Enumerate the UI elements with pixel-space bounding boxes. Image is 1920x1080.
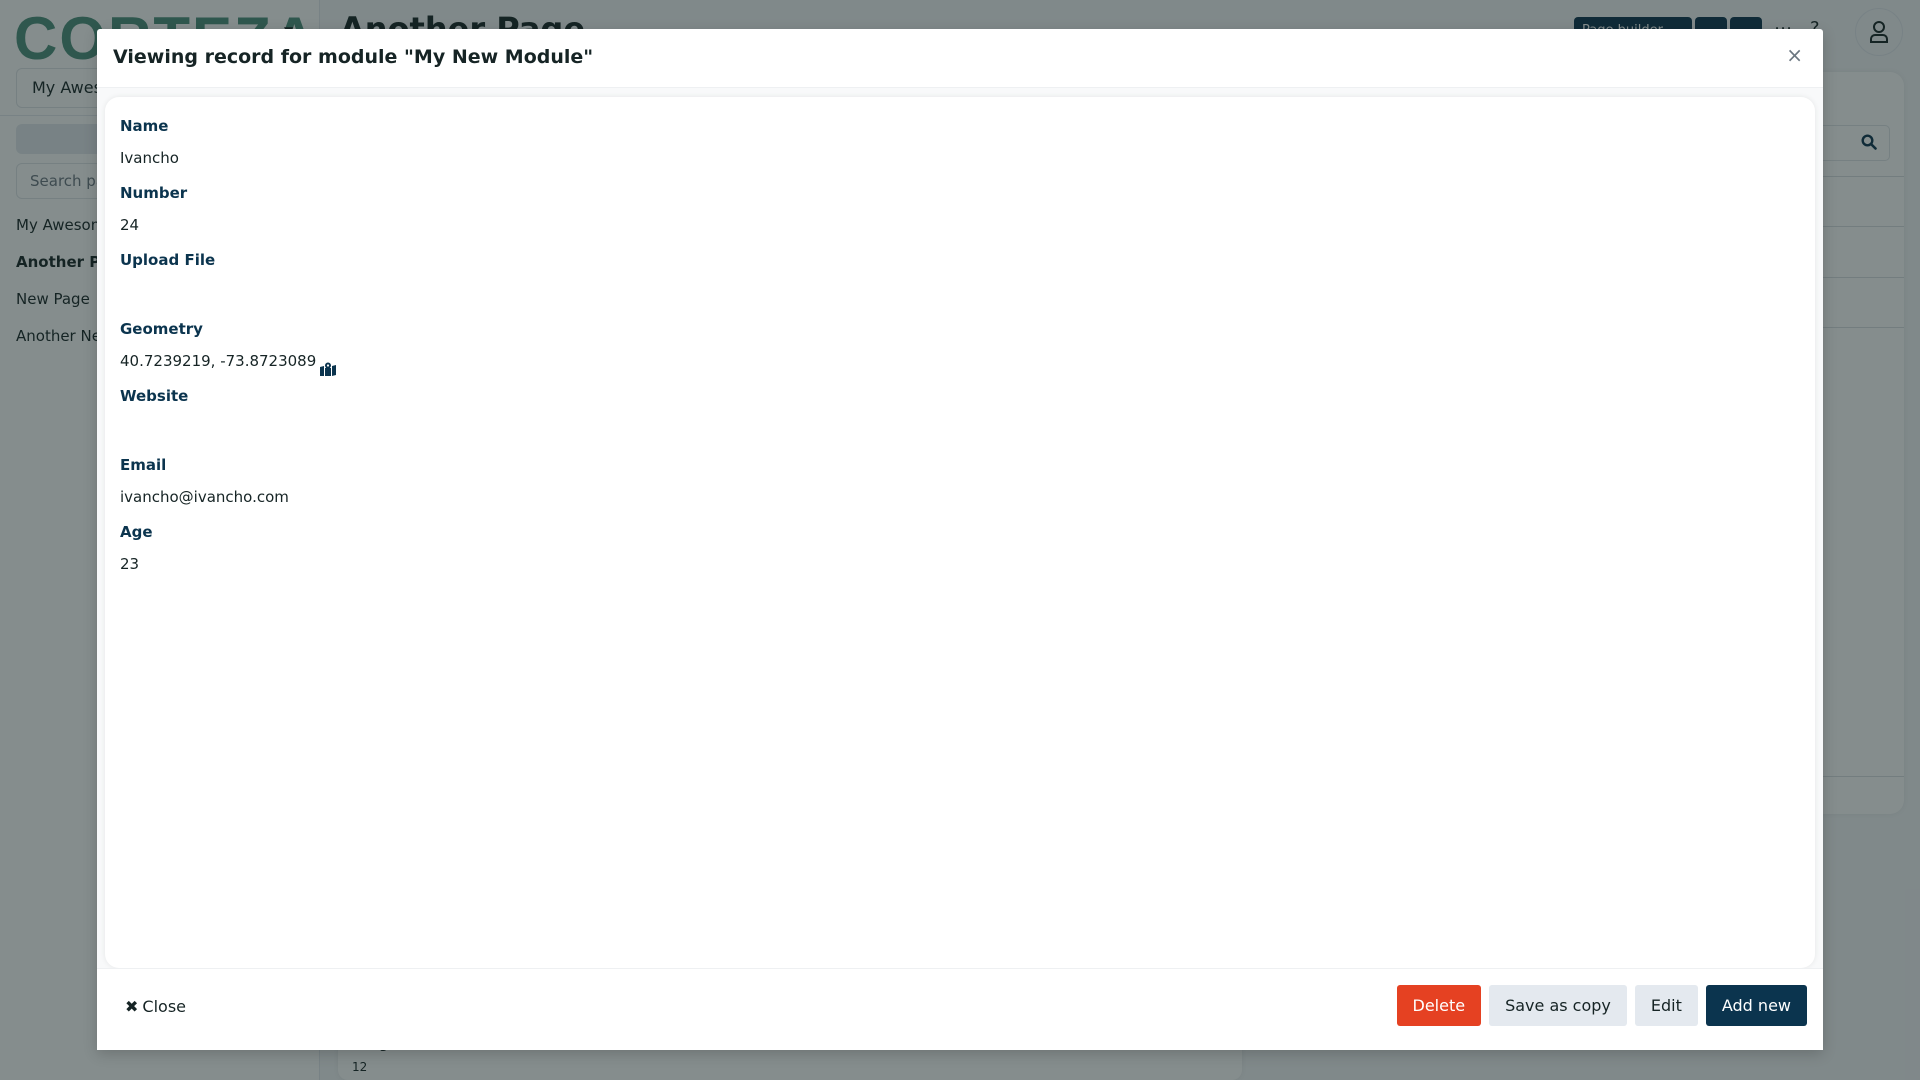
field-value: ivancho@ivancho.com (120, 487, 289, 506)
field-label: Name (120, 117, 169, 135)
field-number: Number 24 (120, 180, 1800, 243)
field-value: Ivancho (120, 148, 179, 167)
field-label: Geometry (120, 320, 203, 338)
field-value: 40.7239219, -73.8723089 (120, 342, 1800, 379)
field-age: Age 23 (120, 519, 1800, 582)
close-icon[interactable]: × (1786, 43, 1803, 67)
delete-button[interactable]: Delete (1396, 985, 1482, 1026)
field-value (120, 409, 1800, 448)
modal-footer: ✖ Close Delete Save as copy Edit Add new (97, 968, 1823, 1050)
field-value (120, 273, 1800, 312)
geometry-coordinates: 40.7239219, -73.8723089 (120, 351, 317, 370)
field-label: Upload File (120, 251, 216, 269)
close-label: Close (142, 997, 186, 1016)
modal-body: Name Ivancho Number 24 Upload File Geome… (97, 88, 1823, 968)
field-email: Email ivancho@ivancho.com (120, 452, 1800, 515)
modal-header: Viewing record for module "My New Module… (97, 29, 1823, 88)
field-value: 24 (120, 215, 140, 234)
field-label: Email (120, 456, 167, 474)
field-geometry: Geometry 40.7239219, -73.8723089 (120, 316, 1800, 379)
edit-button[interactable]: Edit (1634, 985, 1698, 1026)
field-name: Name Ivancho (120, 113, 1800, 176)
modal-title: Viewing record for module "My New Module… (113, 46, 594, 68)
times-icon: ✖ (125, 997, 139, 1016)
field-value: 23 (120, 554, 140, 573)
field-website: Website (120, 383, 1800, 448)
save-as-copy-button[interactable]: Save as copy (1489, 985, 1627, 1026)
add-new-button[interactable]: Add new (1705, 985, 1807, 1026)
map-marked-icon[interactable] (320, 354, 337, 376)
record-fields-card: Name Ivancho Number 24 Upload File Geome… (105, 97, 1815, 968)
record-modal: Viewing record for module "My New Module… (97, 29, 1823, 1050)
field-label: Number (120, 184, 188, 202)
field-upload-file: Upload File (120, 247, 1800, 312)
field-label: Website (120, 387, 189, 405)
close-button[interactable]: ✖ Close (125, 997, 186, 1016)
field-label: Age (120, 523, 153, 541)
footer-actions: Delete Save as copy Edit Add new (1396, 985, 1807, 1026)
